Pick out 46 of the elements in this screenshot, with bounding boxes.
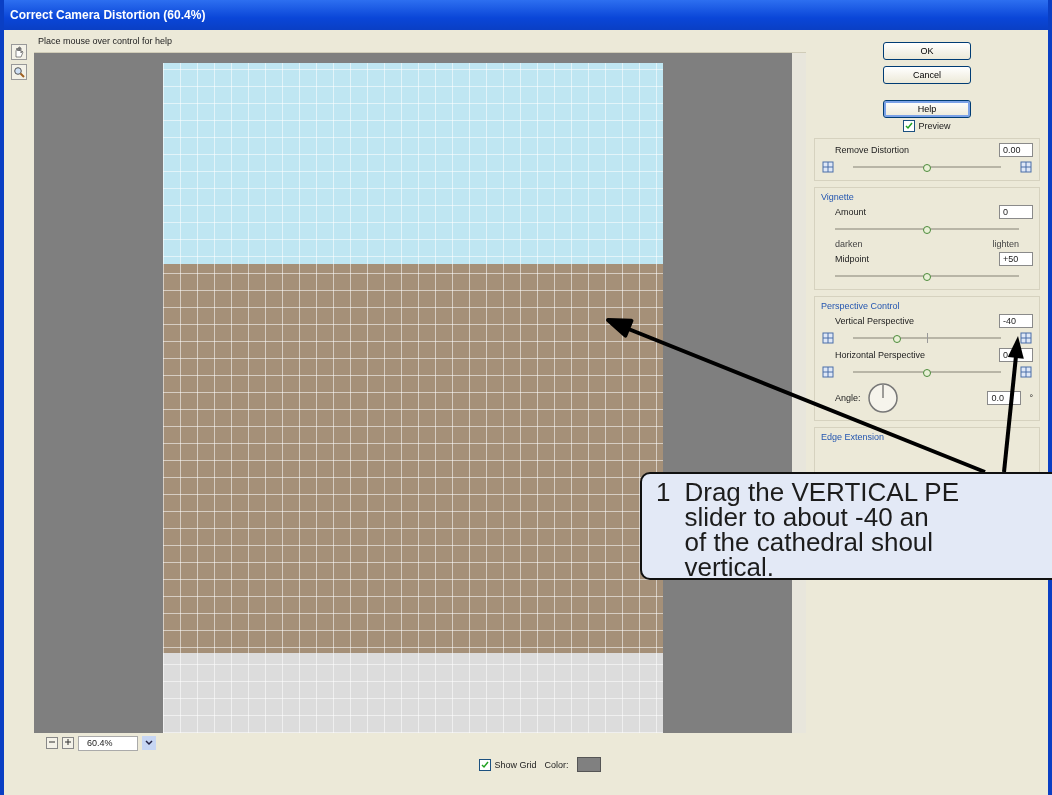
dialog-button[interactable]: Cancel	[883, 66, 971, 84]
amount-field[interactable]: 0	[999, 205, 1033, 219]
step-number: 1	[656, 480, 671, 509]
help-text: Place mouse over control for help	[38, 36, 173, 46]
preview-checkbox[interactable]	[903, 120, 916, 132]
hand-tool-icon[interactable]	[11, 44, 27, 60]
dialog-button[interactable]: OK	[883, 42, 971, 60]
zoom-icon[interactable]	[11, 64, 27, 80]
caret-icon[interactable]	[142, 736, 156, 750]
slider-thumb[interactable]	[923, 164, 931, 172]
zoom-in-button[interactable]	[62, 737, 74, 749]
remove-distortion-label: Remove Distortion	[835, 145, 910, 155]
show-grid-checkbox[interactable]	[479, 758, 492, 771]
slider-thumb[interactable]	[923, 369, 931, 377]
instruction-line: Drag the VERTICAL PE	[684, 480, 960, 505]
slider-thumb[interactable]	[923, 273, 931, 281]
instruction-line: slider to about -40 an	[684, 505, 930, 530]
dialog-button[interactable]: Help	[883, 100, 971, 118]
grid-color-swatch[interactable]	[576, 757, 601, 772]
section-title: Perspective Control	[821, 301, 901, 311]
darken-label: darken	[835, 239, 863, 249]
midpoint-field[interactable]: +50	[999, 252, 1033, 266]
vertical-perspective-field[interactable]: -40	[999, 314, 1033, 328]
show-grid-label: Show Grid	[494, 759, 537, 770]
zoom-field[interactable]: 60.4%	[78, 735, 138, 751]
lighten-label: lighten	[992, 239, 1019, 249]
amount-label: Amount	[835, 207, 867, 217]
horizontal-perspective-label: Horizontal Perspective	[835, 350, 926, 360]
slider-thumb[interactable]	[893, 335, 902, 343]
degree-unit: °	[1029, 393, 1033, 403]
angle-label: Angle:	[835, 393, 861, 403]
window-title: Correct Camera Distortion (60.4%)	[4, 0, 1048, 30]
instruction-line: vertical.	[684, 555, 776, 580]
section-title: Vignette	[821, 192, 855, 202]
angle-dial[interactable]	[866, 382, 899, 414]
preview-label: Preview	[918, 121, 951, 131]
vertical-perspective-label: Vertical Perspective	[835, 316, 915, 326]
midpoint-label: Midpoint	[835, 254, 870, 264]
color-label: Color:	[544, 759, 569, 770]
remove-distortion-field[interactable]: 0.00	[999, 143, 1033, 157]
minus-icon	[48, 738, 56, 746]
slider-thumb[interactable]	[923, 226, 931, 234]
instruction-line: of the cathedral shoul	[684, 530, 935, 555]
section-title: Edge Extension	[821, 432, 886, 442]
plus-icon	[64, 738, 72, 746]
zoom-out-button[interactable]	[46, 737, 58, 749]
